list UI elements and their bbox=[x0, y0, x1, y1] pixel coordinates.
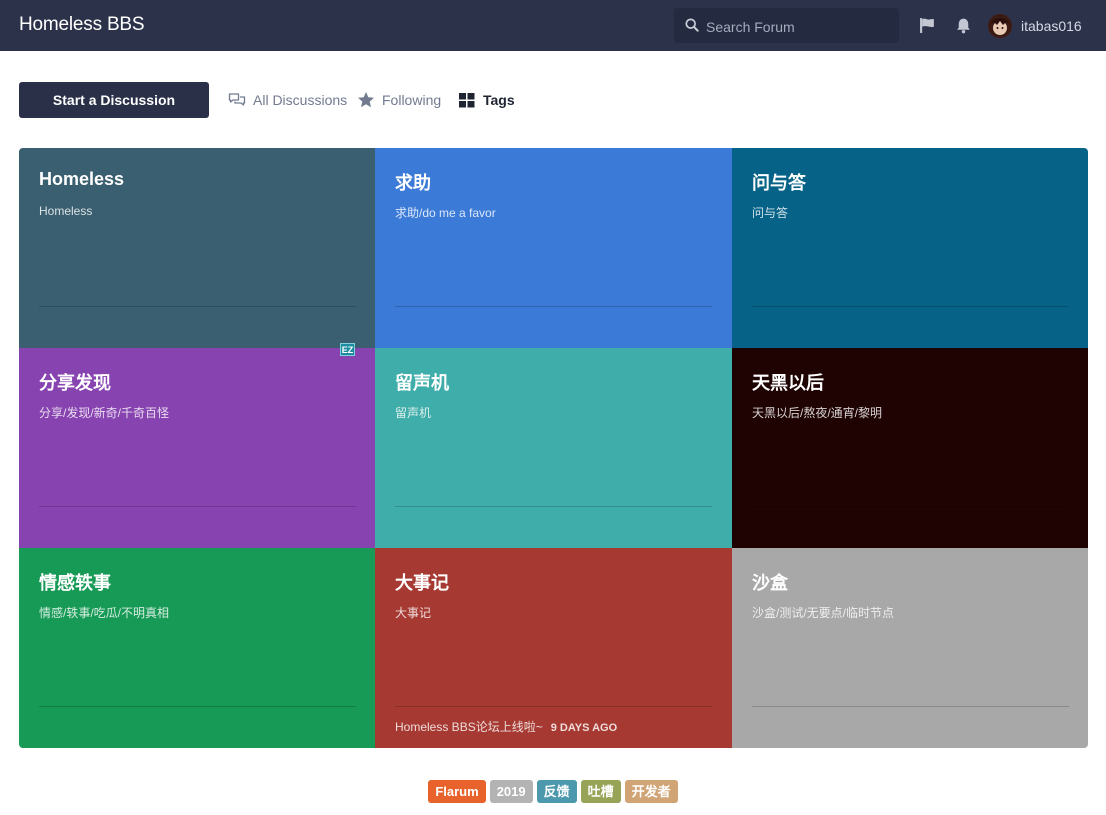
tile-divider bbox=[752, 506, 1069, 507]
tag-title: 大事记 bbox=[395, 573, 449, 593]
avatar-image bbox=[988, 14, 1012, 38]
tag-description: 问与答 bbox=[752, 206, 789, 220]
nav-all-discussions-label: All Discussions bbox=[253, 92, 348, 108]
tag-tile-sandbox[interactable]: 沙盒 沙盒/测试/无要点/临时节点 bbox=[732, 548, 1088, 748]
footer-tag-flarum[interactable]: Flarum bbox=[428, 780, 486, 803]
search-box[interactable]: Search Forum bbox=[674, 8, 899, 43]
footer-tag-feedback[interactable]: 反馈 bbox=[536, 780, 577, 803]
footer-tag-developer[interactable]: 开发者 bbox=[624, 780, 678, 803]
bell-icon[interactable] bbox=[955, 17, 972, 34]
avatar[interactable] bbox=[988, 14, 1012, 38]
flag-icon[interactable] bbox=[919, 17, 936, 34]
tag-tiles-grid: Homeless Homeless 求助 求助/do me a favor 问与… bbox=[19, 148, 1088, 748]
discussions-icon bbox=[228, 93, 246, 106]
ez-badge-icon[interactable]: EZ bbox=[340, 343, 355, 356]
username[interactable]: itabas016 bbox=[1021, 18, 1082, 34]
tag-tile-help[interactable]: 求助 求助/do me a favor bbox=[375, 148, 732, 348]
tag-tile-gramophone[interactable]: 留声机 留声机 bbox=[375, 348, 732, 548]
tag-description: 大事记 bbox=[395, 606, 432, 620]
tile-divider bbox=[395, 506, 712, 507]
star-icon bbox=[358, 92, 374, 108]
tag-description: 分享/发现/新奇/千奇百怪 bbox=[39, 406, 170, 420]
tag-title: 分享发现 bbox=[39, 373, 111, 393]
tag-description: Homeless bbox=[39, 204, 93, 218]
start-discussion-button[interactable]: Start a Discussion bbox=[19, 82, 209, 118]
search-icon bbox=[685, 18, 699, 32]
tile-divider bbox=[752, 706, 1069, 707]
tag-description: 求助/do me a favor bbox=[395, 206, 496, 220]
last-discussion-time: 9 DAYS AGO bbox=[550, 722, 618, 734]
footer-tag-2019[interactable]: 2019 bbox=[489, 780, 533, 803]
footer-tag-list: Flarum 2019 反馈 吐槽 开发者 bbox=[0, 780, 1106, 803]
tag-title: 情感轶事 bbox=[39, 573, 111, 593]
tag-description: 情感/轶事/吃瓜/不明真相 bbox=[39, 606, 170, 620]
tag-title: 问与答 bbox=[752, 173, 806, 193]
tag-title: 留声机 bbox=[395, 373, 449, 393]
search-placeholder: Search Forum bbox=[706, 19, 795, 35]
tag-title: Homeless bbox=[39, 169, 125, 189]
tile-divider bbox=[395, 706, 712, 707]
tile-divider bbox=[39, 306, 356, 307]
grid-icon bbox=[459, 93, 475, 108]
tag-title: 沙盒 bbox=[752, 573, 788, 593]
tag-tile-emotion[interactable]: 情感轶事 情感/轶事/吃瓜/不明真相 bbox=[19, 548, 376, 748]
tile-divider bbox=[752, 306, 1069, 307]
tag-description: 留声机 bbox=[395, 406, 432, 420]
tag-tile-homeless[interactable]: Homeless Homeless bbox=[19, 148, 376, 348]
tag-tile-qa[interactable]: 问与答 问与答 bbox=[732, 148, 1088, 348]
tag-tile-after-dark[interactable]: 天黑以后 天黑以后/熬夜/通宵/黎明 bbox=[732, 348, 1088, 548]
tag-tile-share[interactable]: 分享发现 分享/发现/新奇/千奇百怪 bbox=[19, 348, 376, 548]
tag-description: 天黑以后/熬夜/通宵/黎明 bbox=[752, 406, 883, 420]
tile-divider bbox=[395, 306, 712, 307]
tag-title: 天黑以后 bbox=[752, 373, 824, 393]
last-discussion-title: Homeless BBS论坛上线啦~ bbox=[395, 720, 543, 734]
footer-tag-rant[interactable]: 吐槽 bbox=[580, 780, 621, 803]
tag-tile-chronicle[interactable]: 大事记 大事记 Homeless BBS论坛上线啦~ 9 DAYS AGO bbox=[375, 548, 732, 748]
forum-brand[interactable]: Homeless BBS bbox=[19, 14, 145, 36]
app-header: Homeless BBS Search Forum itabas016 bbox=[0, 0, 1106, 51]
nav-tags-label: Tags bbox=[483, 92, 515, 108]
tile-divider bbox=[39, 706, 356, 707]
nav-following-label: Following bbox=[382, 92, 442, 108]
tile-divider bbox=[39, 506, 356, 507]
tag-title: 求助 bbox=[395, 173, 431, 193]
last-discussion-link[interactable]: Homeless BBS论坛上线啦~ 9 DAYS AGO bbox=[395, 718, 617, 735]
tag-description: 沙盒/测试/无要点/临时节点 bbox=[752, 606, 895, 620]
